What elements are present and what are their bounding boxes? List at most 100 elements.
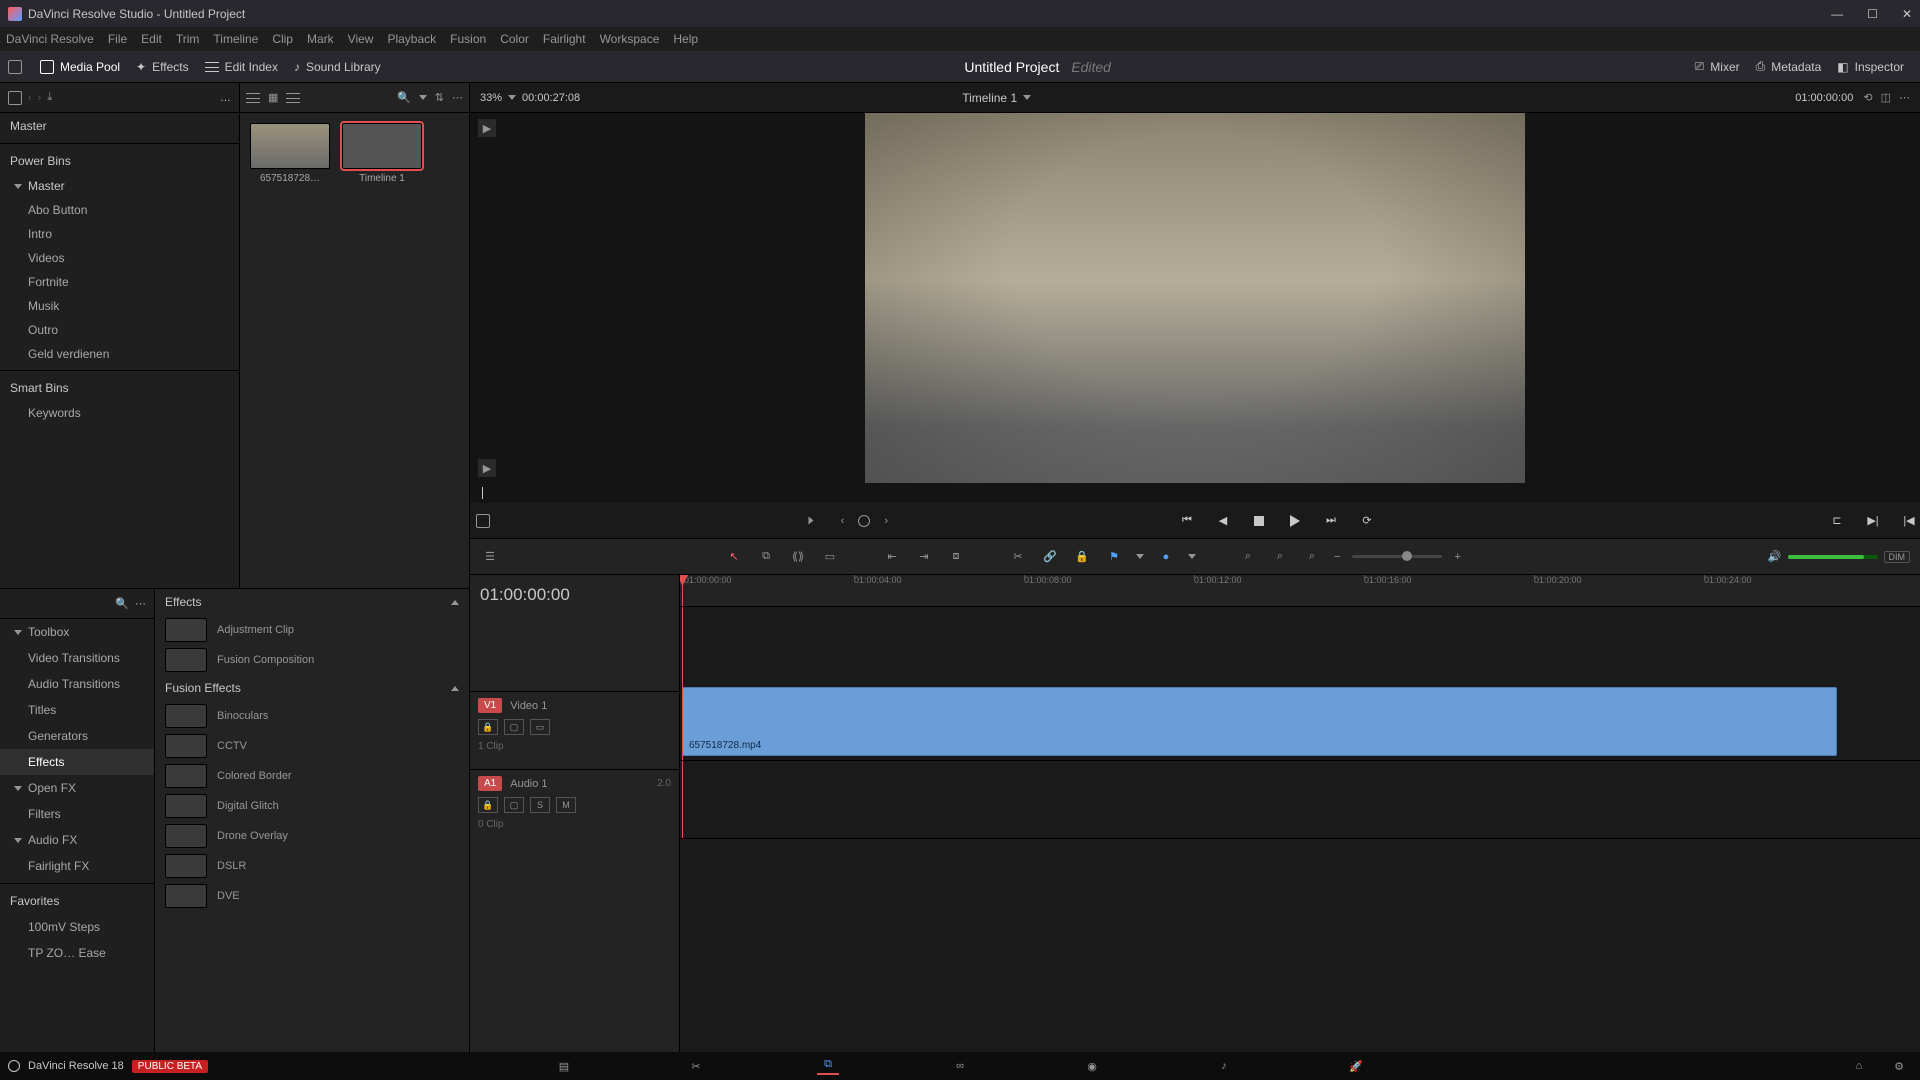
nav-back-button[interactable]: ‹: [28, 92, 32, 104]
fxnav-item[interactable]: Generators: [0, 723, 154, 749]
fxnav-item[interactable]: Effects: [0, 749, 154, 775]
layout-button[interactable]: [8, 60, 22, 74]
page-fairlight[interactable]: ♪: [1213, 1057, 1235, 1075]
fx-group-effects[interactable]: Effects: [155, 589, 469, 615]
pool-more-button[interactable]: ⋯: [452, 91, 463, 104]
fxnav-item[interactable]: Video Transitions: [0, 645, 154, 671]
jog-button[interactable]: [858, 515, 870, 527]
audio-solo-button[interactable]: S: [530, 797, 550, 813]
track-thumb-button[interactable]: ▭: [530, 719, 550, 735]
play-button[interactable]: [1284, 510, 1306, 532]
strip-view-button[interactable]: [286, 93, 300, 103]
menu-resolve[interactable]: DaVinci Resolve: [6, 32, 94, 46]
bin-view-button[interactable]: [8, 91, 22, 105]
timeline-dropdown[interactable]: [1023, 95, 1031, 100]
page-fusion[interactable]: ∞: [949, 1057, 971, 1075]
mark-in-button[interactable]: ⊏: [1826, 510, 1848, 532]
menu-clip[interactable]: Clip: [272, 32, 293, 46]
jump-button[interactable]: ▶: [478, 459, 496, 477]
page-deliver[interactable]: 🚀: [1345, 1057, 1367, 1075]
volume-slider[interactable]: [1788, 555, 1878, 559]
minimize-button[interactable]: —: [1831, 7, 1843, 21]
fx-item[interactable]: Digital Glitch: [155, 791, 469, 821]
master-bin[interactable]: Master: [0, 113, 239, 139]
flag-dropdown[interactable]: [1136, 554, 1144, 559]
page-edit[interactable]: ⧉: [817, 1057, 839, 1075]
tab-effects[interactable]: ✦Effects: [128, 56, 197, 78]
fxnav-fav-item[interactable]: 100mV Steps: [0, 914, 154, 940]
trim-tool[interactable]: ⧉: [756, 547, 776, 567]
page-color[interactable]: ◉: [1081, 1057, 1103, 1075]
viewer-zoom[interactable]: 33%: [480, 92, 502, 104]
audio-track-header[interactable]: A1 Audio 1 2.0 🔒 ▢ S M 0 Clip: [470, 769, 679, 847]
tab-edit-index[interactable]: Edit Index: [197, 56, 286, 78]
import-button[interactable]: ⤓: [47, 91, 52, 104]
zoom-dropdown[interactable]: [508, 95, 516, 100]
insert-button[interactable]: ⇤: [882, 547, 902, 567]
menu-color[interactable]: Color: [500, 32, 529, 46]
video-clip[interactable]: 657518728.mp4: [682, 687, 1837, 756]
audio-enable-button[interactable]: ▢: [504, 797, 524, 813]
fxnav-item[interactable]: Fairlight FX: [0, 853, 154, 879]
fx-item[interactable]: Colored Border: [155, 761, 469, 791]
blade-tool[interactable]: ▭: [820, 547, 840, 567]
dim-button[interactable]: DIM: [1884, 551, 1911, 563]
loop-button[interactable]: ⟳: [1356, 510, 1378, 532]
track-lock-button[interactable]: 🔒: [478, 719, 498, 735]
fxnav-openfx[interactable]: Open FX: [0, 775, 154, 801]
menu-trim[interactable]: Trim: [176, 32, 200, 46]
match-frame-button[interactable]: ▶: [478, 119, 496, 137]
close-button[interactable]: ✕: [1902, 7, 1912, 21]
dual-viewer-button[interactable]: ◫: [1881, 91, 1891, 104]
bin-item[interactable]: Intro: [0, 222, 239, 246]
tab-sound-library[interactable]: ♪Sound Library: [286, 56, 389, 78]
detail-zoom-button[interactable]: ⌕: [1270, 547, 1290, 567]
prev-frame-button[interactable]: ◀: [1212, 510, 1234, 532]
home-button[interactable]: ⌂: [1848, 1057, 1870, 1075]
search-button[interactable]: 🔍: [397, 91, 411, 104]
mute-button[interactable]: 🔊: [1768, 550, 1782, 563]
zoom-in-button[interactable]: +: [1454, 551, 1460, 563]
selection-tool[interactable]: ↖: [724, 547, 744, 567]
bin-item[interactable]: Abo Button: [0, 198, 239, 222]
nav-fwd-button[interactable]: ›: [38, 92, 42, 104]
audio-lock-button[interactable]: 🔒: [478, 797, 498, 813]
fx-item[interactable]: DVE: [155, 881, 469, 911]
gang-button[interactable]: ⟲: [1863, 91, 1872, 104]
next-clip-button[interactable]: ▶|: [1862, 510, 1884, 532]
audio-track-tag[interactable]: A1: [478, 776, 502, 791]
fxnav-toolbox[interactable]: Toolbox: [0, 619, 154, 645]
fxnav-audiofx[interactable]: Audio FX: [0, 827, 154, 853]
viewer-scrubber[interactable]: [470, 483, 1920, 503]
timeline-view-button[interactable]: ☰: [480, 547, 500, 567]
blade-edit-button[interactable]: ✂: [1008, 547, 1028, 567]
bin-item[interactable]: Videos: [0, 246, 239, 270]
maximize-button[interactable]: ☐: [1867, 7, 1878, 21]
tab-metadata[interactable]: ⎙Metadata: [1748, 55, 1830, 78]
fx-item[interactable]: Drone Overlay: [155, 821, 469, 851]
bin-item[interactable]: Outro: [0, 318, 239, 342]
track-area[interactable]: 01:00:00:00 01:00:04:00 01:00:08:00 01:0…: [680, 575, 1920, 1052]
menu-edit[interactable]: Edit: [141, 32, 162, 46]
power-master[interactable]: Master: [0, 174, 239, 198]
menu-help[interactable]: Help: [673, 32, 698, 46]
menu-file[interactable]: File: [108, 32, 127, 46]
prev-clip-button[interactable]: |◀: [1898, 510, 1920, 532]
custom-zoom-button[interactable]: ⌕: [1302, 547, 1322, 567]
page-cut[interactable]: ✂: [685, 1057, 707, 1075]
list-view-button[interactable]: [246, 93, 260, 103]
flag-button[interactable]: ⚑: [1104, 547, 1124, 567]
zoom-slider[interactable]: [1352, 555, 1442, 558]
timeline-ruler[interactable]: 01:00:00:00 01:00:04:00 01:00:08:00 01:0…: [680, 575, 1920, 607]
link-button[interactable]: 🔗: [1040, 547, 1060, 567]
fx-item[interactable]: DSLR: [155, 851, 469, 881]
timeline-name[interactable]: Timeline 1: [962, 91, 1017, 105]
audio-track-lane[interactable]: [680, 761, 1920, 839]
fx-item[interactable]: Adjustment Clip: [155, 615, 469, 645]
viewer-timecode[interactable]: 01:00:00:00: [1795, 92, 1853, 104]
stop-button[interactable]: [1248, 510, 1270, 532]
menu-mark[interactable]: Mark: [307, 32, 334, 46]
fxnav-item[interactable]: Audio Transitions: [0, 671, 154, 697]
bin-item[interactable]: Musik: [0, 294, 239, 318]
marker-dropdown[interactable]: [1188, 554, 1196, 559]
